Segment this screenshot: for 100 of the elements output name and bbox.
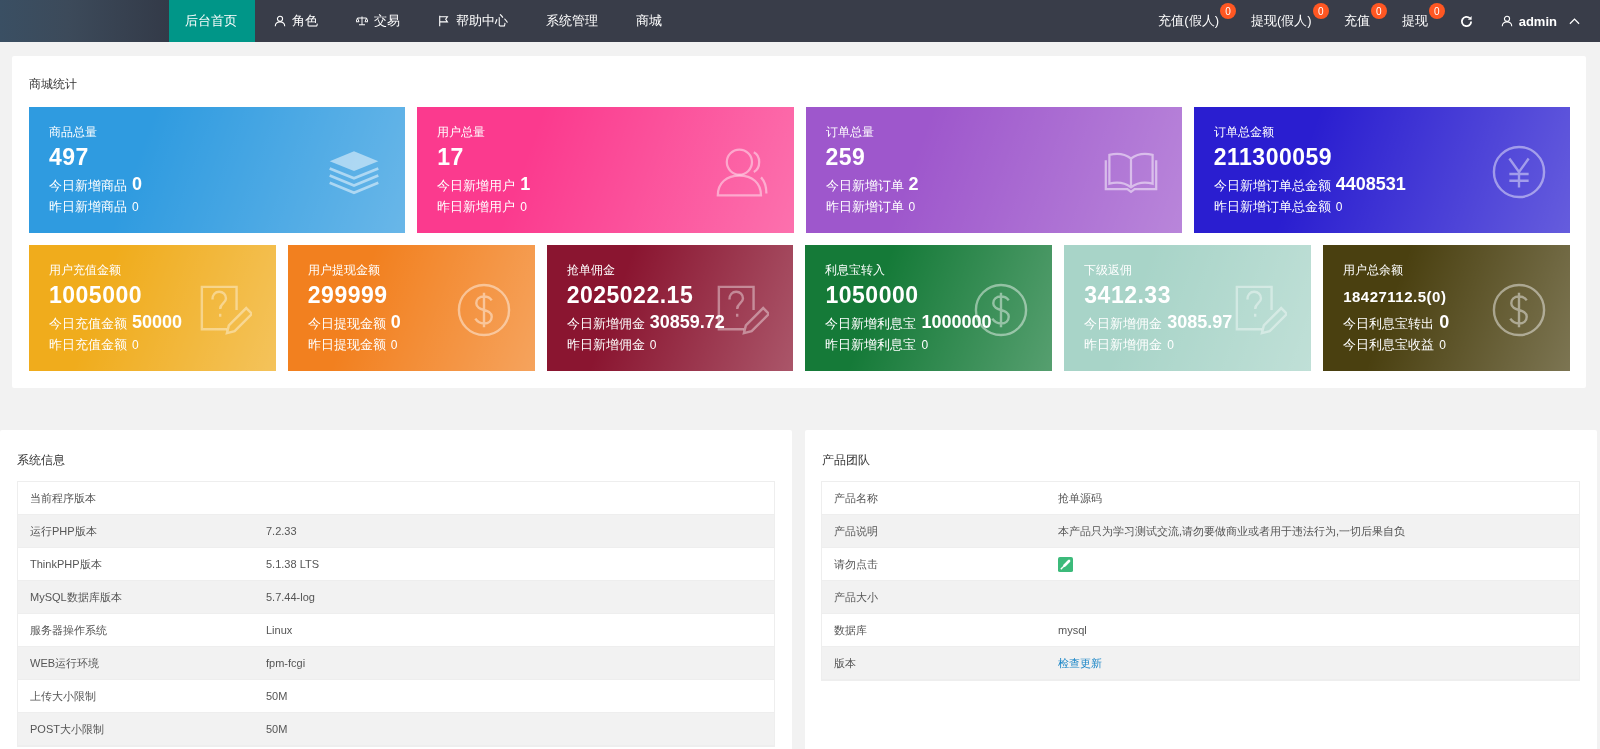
yesterday-label: 今日利息宝收益 [1343, 336, 1435, 354]
today-value: 4408531 [1335, 174, 1406, 195]
today-value: 0 [132, 174, 142, 195]
panel-title: 产品团队 [821, 452, 871, 469]
table-cell-text: POST大小限制 [29, 721, 105, 737]
card-value: 299999 [307, 282, 389, 309]
flag-icon [438, 15, 450, 27]
table-cell-text: ThinkPHP版本 [29, 556, 103, 572]
user-icon [1500, 15, 1513, 27]
yesterday-label: 昨日充值金额 [49, 336, 127, 354]
card-title: 用户总余额 [1343, 262, 1405, 279]
table-cell-text: 服务器操作系统 [29, 622, 108, 638]
table-cell-text: 产品大小 [833, 589, 879, 605]
yesterday-label: 昨日新增商品 [49, 198, 127, 216]
card-value: 18427112.5(0) [1343, 288, 1448, 305]
yesterday-value: 0 [132, 200, 139, 214]
nav-tab[interactable]: 帮助中心 [419, 0, 527, 42]
refresh-icon[interactable] [1459, 14, 1473, 28]
today-value: 50000 [132, 312, 183, 333]
today-label: 今日新增订单总金额 [1213, 177, 1331, 195]
table-cell-text: MySQL数据库版本 [29, 589, 123, 605]
nav-link[interactable]: 提现(假人) [1251, 12, 1312, 30]
card-value: 2025022.15 [566, 282, 695, 309]
nav-tab[interactable]: 系统管理 [527, 0, 617, 42]
today-value: 3085.97 [1167, 312, 1233, 333]
yen-icon [1492, 145, 1546, 199]
yesterday-value: 0 [649, 338, 657, 352]
nav-tab[interactable]: 后台首页 [169, 0, 255, 42]
nav-link[interactable]: 充值(假人) [1158, 12, 1220, 30]
today-label: 今日利息宝转出 [1343, 315, 1435, 333]
yesterday-label: 昨日提现金额 [307, 336, 386, 354]
card-value: 259 [825, 144, 867, 171]
card-value: 1005000 [49, 282, 144, 309]
yesterday-value: 0 [921, 338, 929, 352]
yesterday-value: 0 [1335, 200, 1343, 214]
table-cell: 7.2.33 [266, 525, 297, 537]
card-title: 抢单佣金 [566, 262, 616, 279]
table-cell: 本产品只为学习测试交流,请勿要做商业或者用于违法行为,一切后果自负 [1058, 523, 1406, 539]
yesterday-label: 昨日新增利息宝 [825, 336, 917, 354]
card-value: 497 [49, 144, 90, 171]
yesterday-value: 0 [132, 338, 139, 352]
count-badge: 0 [1220, 3, 1237, 19]
table-cell: 5.7.44-log [266, 591, 315, 603]
card-title: 订单总金额 [1213, 124, 1275, 141]
yesterday-value: 0 [520, 200, 527, 214]
table-cell: 5.1.38 LTS [266, 558, 319, 570]
today-value: 1000000 [921, 312, 992, 333]
yesterday-value: 0 [908, 200, 916, 214]
card-title: 用户充值金额 [49, 262, 122, 279]
card-value: 17 [437, 144, 465, 171]
card-title: 商品总量 [49, 124, 98, 141]
table-cell-text: WEB运行环境 [29, 655, 101, 671]
nav-link[interactable]: 提现 [1401, 12, 1428, 30]
yesterday-label: 昨日新增佣金 [1084, 336, 1163, 354]
yesterday-label: 昨日新增佣金 [566, 336, 645, 354]
count-badge: 0 [1370, 3, 1387, 19]
table-cell: Linux [266, 624, 293, 636]
card-title: 订单总量 [825, 124, 875, 141]
today-value: 0 [390, 312, 401, 333]
table-cell: fpm-fcgi [266, 657, 306, 669]
today-label: 今日新增佣金 [566, 315, 645, 333]
card-value: 211300059 [1213, 144, 1334, 171]
question-note-icon [1233, 283, 1288, 337]
user-icon [274, 15, 286, 27]
today-label: 今日新增佣金 [1084, 315, 1163, 333]
today-label: 今日新增商品 [49, 177, 127, 195]
yesterday-value: 0 [390, 338, 398, 352]
today-value: 2 [908, 174, 919, 195]
table-cell: mysql [1058, 624, 1087, 636]
yesterday-label: 昨日新增订单 [825, 198, 904, 216]
today-value: 0 [1439, 312, 1450, 333]
today-value: 1 [520, 174, 531, 195]
nav-tab[interactable]: 角色 [255, 0, 337, 42]
nav-tab[interactable]: 交易 [337, 0, 419, 42]
user-menu[interactable]: admin [1500, 0, 1600, 42]
table-cell-text: 当前程序版本 [29, 490, 97, 506]
table-cell-text: 产品说明 [833, 523, 879, 539]
dollar-icon [1491, 283, 1546, 337]
panel-title: 商城统计 [29, 76, 78, 93]
card-value: 3412.33 [1084, 282, 1172, 309]
table-cell-text: 请勿点击 [833, 556, 879, 572]
caret-icon [1569, 17, 1580, 25]
table-cell: 抢单源码 [1058, 490, 1102, 506]
dollar-icon [456, 283, 511, 337]
table-cell-text: 数据库 [833, 622, 868, 638]
today-label: 今日新增订单 [825, 177, 904, 195]
table-cell-text: 产品名称 [833, 490, 879, 506]
card-title: 利息宝转入 [825, 262, 887, 279]
card-title: 下级返佣 [1084, 262, 1134, 279]
nav-link[interactable]: 充值 [1343, 12, 1370, 30]
card-title: 用户总量 [437, 124, 487, 141]
table-cell: 50M [266, 723, 288, 735]
yesterday-value: 0 [1167, 338, 1174, 352]
today-label: 今日新增用户 [437, 177, 516, 195]
yesterday-label: 昨日新增用户 [437, 198, 516, 216]
nav-tab[interactable]: 商城 [617, 0, 681, 42]
card-title: 用户提现金额 [307, 262, 381, 279]
update-link[interactable]: 检查更新 [1058, 655, 1102, 671]
scale-icon [356, 15, 368, 27]
today-value: 30859.72 [649, 312, 725, 333]
